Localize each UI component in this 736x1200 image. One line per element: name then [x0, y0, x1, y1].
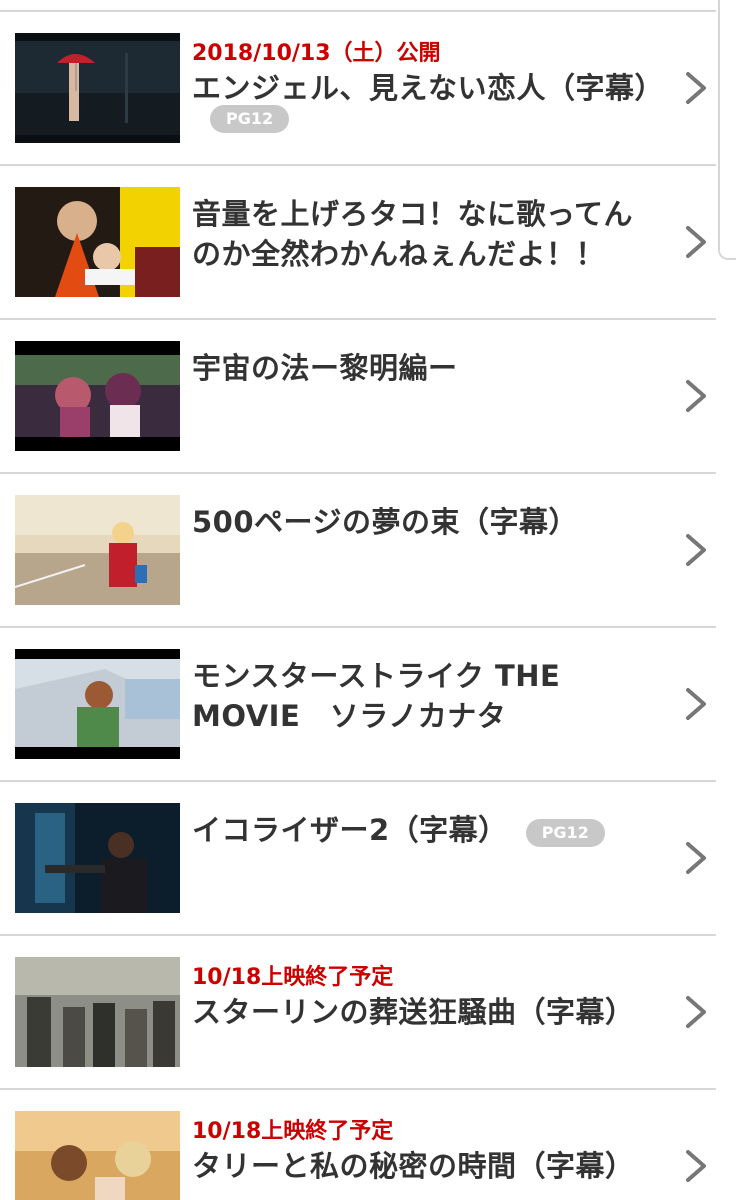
chevron-right-icon[interactable] — [678, 994, 714, 1030]
chevron-right-icon[interactable] — [678, 224, 714, 260]
movie-poster-thumbnail — [15, 803, 180, 913]
movie-title[interactable]: タリーと私の秘密の時間（字幕） — [192, 1149, 635, 1183]
chevron-right-icon[interactable] — [678, 686, 714, 722]
movie-poster-thumbnail — [15, 649, 180, 759]
movie-info: 宇宙の法ー黎明編ー — [192, 348, 662, 388]
rating-badge: PG12 — [525, 818, 605, 847]
movie-title[interactable]: 宇宙の法ー黎明編ー — [192, 351, 458, 385]
movie-info: 10/18上映終了予定 スターリンの葬送狂騒曲（字幕） — [192, 964, 662, 1032]
chevron-right-icon[interactable] — [678, 1148, 714, 1184]
scrollbar[interactable] — [718, 0, 736, 260]
movie-poster-thumbnail — [15, 341, 180, 451]
movie-info: 音量を上げろタコ！なに歌ってんのか全然わかんねぇんだよ！！ — [192, 194, 662, 274]
movie-poster-thumbnail — [15, 187, 180, 297]
movie-row[interactable]: モンスターストライク THE MOVIE ソラノカナタ — [0, 628, 716, 782]
movie-poster-thumbnail — [15, 495, 180, 605]
movie-info: 500ページの夢の束（字幕） — [192, 502, 662, 542]
movie-list-screen: 2018/10/13（土）公開 エンジェル、見えない恋人（字幕）PG12 音量を… — [0, 0, 736, 1200]
movie-title[interactable]: 500ページの夢の束（字幕） — [192, 505, 578, 539]
movie-row[interactable]: 10/18上映終了予定 タリーと私の秘密の時間（字幕） — [0, 1090, 716, 1200]
movie-poster-thumbnail — [15, 1111, 180, 1200]
movie-info: 2018/10/13（土）公開 エンジェル、見えない恋人（字幕）PG12 — [192, 40, 664, 136]
movie-title[interactable]: 音量を上げろタコ！なに歌ってんのか全然わかんねぇんだよ！！ — [192, 197, 633, 271]
movie-row[interactable]: 宇宙の法ー黎明編ー — [0, 320, 716, 474]
movie-title[interactable]: イコライザー2（字幕） — [192, 813, 508, 847]
movie-title[interactable]: モンスターストライク THE MOVIE ソラノカナタ — [192, 659, 560, 733]
movie-info: モンスターストライク THE MOVIE ソラノカナタ — [192, 656, 662, 736]
chevron-right-icon[interactable] — [678, 70, 714, 106]
movie-title[interactable]: スターリンの葬送狂騒曲（字幕） — [192, 995, 635, 1029]
rating-badge: PG12 — [210, 105, 290, 133]
movie-info: 10/18上映終了予定 タリーと私の秘密の時間（字幕） — [192, 1118, 662, 1186]
movie-row[interactable]: 500ページの夢の束（字幕） — [0, 474, 716, 628]
movie-row[interactable]: 2018/10/13（土）公開 エンジェル、見えない恋人（字幕）PG12 — [0, 12, 716, 166]
chevron-right-icon[interactable] — [678, 840, 714, 876]
chevron-right-icon[interactable] — [678, 532, 714, 568]
screening-end-note: 10/18上映終了予定 — [192, 1119, 394, 1144]
movie-poster-thumbnail — [15, 957, 180, 1067]
movie-row[interactable]: 10/18上映終了予定 スターリンの葬送狂騒曲（字幕） — [0, 936, 716, 1090]
movie-info: イコライザー2（字幕） PG12 — [192, 810, 662, 850]
screening-end-note: 10/18上映終了予定 — [192, 965, 394, 990]
movie-row[interactable]: イコライザー2（字幕） PG12 — [0, 782, 716, 936]
movie-list: 2018/10/13（土）公開 エンジェル、見えない恋人（字幕）PG12 音量を… — [0, 12, 716, 1200]
movie-poster-thumbnail — [15, 33, 180, 143]
movie-row[interactable]: 音量を上げろタコ！なに歌ってんのか全然わかんねぇんだよ！！ — [0, 166, 716, 320]
movie-title[interactable]: エンジェル、見えない恋人（字幕） — [192, 71, 664, 105]
chevron-right-icon[interactable] — [678, 378, 714, 414]
release-note: 2018/10/13（土）公開 — [192, 41, 441, 66]
